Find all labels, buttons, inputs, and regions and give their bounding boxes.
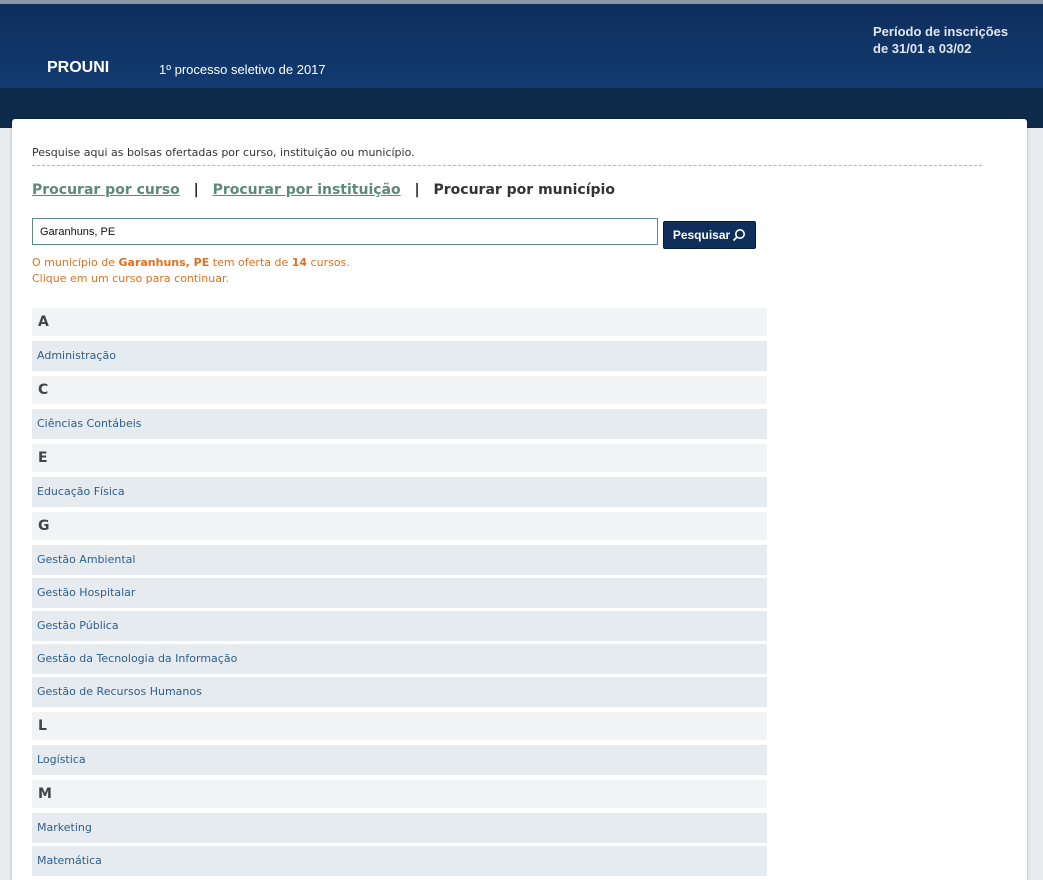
result-suffix: cursos. — [307, 256, 350, 269]
tab-instituicao[interactable]: Procurar por instituição — [213, 182, 401, 198]
divider — [32, 165, 982, 166]
result-city: Garanhuns, PE — [118, 256, 210, 269]
tab-separator: | — [193, 182, 199, 198]
course-item[interactable]: Marketing — [32, 813, 767, 843]
letter-heading: M — [32, 780, 767, 808]
course-item[interactable]: Gestão da Tecnologia da Informação — [32, 644, 767, 674]
course-list: A Administração C Ciências Contábeis E Educaç… — [32, 308, 767, 880]
search-input[interactable] — [32, 218, 658, 245]
letter-heading: E — [32, 444, 767, 472]
letter-heading: G — [32, 512, 767, 540]
search-button[interactable]: Pesquisar — [663, 221, 756, 249]
tab-municipio[interactable]: Procurar por município — [433, 182, 614, 198]
search-icon — [733, 229, 746, 242]
tab-curso[interactable]: Procurar por curso — [32, 182, 180, 198]
result-prefix: O município de — [32, 256, 119, 269]
course-item[interactable]: Logística — [32, 745, 767, 775]
search-result: O município de Garanhuns, PE tem oferta … — [32, 255, 350, 287]
brand-logo[interactable]: PROUNI — [47, 59, 109, 77]
result-count: 14 — [291, 256, 308, 269]
result-line-2: Clique em um curso para continuar. — [32, 272, 229, 285]
letter-heading: A — [32, 308, 767, 336]
header-subtitle: 1º processo seletivo de 2017 — [159, 62, 326, 77]
course-item[interactable]: Administração — [32, 341, 767, 371]
search-button-label: Pesquisar — [672, 228, 731, 242]
period-line-2: de 31/01 a 03/02 — [873, 41, 972, 56]
content-panel: Pesquise aqui as bolsas ofertadas por cu… — [12, 119, 1027, 880]
course-item[interactable]: Gestão Pública — [32, 611, 767, 641]
course-item[interactable]: Gestão Ambiental — [32, 545, 767, 575]
page-header: PROUNI 1º processo seletivo de 2017 Perí… — [0, 4, 1043, 88]
tab-separator: | — [414, 182, 420, 198]
enrollment-period: Período de inscrições de 31/01 a 03/02 — [873, 23, 1033, 57]
result-middle: tem oferta de — [209, 256, 292, 269]
search-tabs: Procurar por curso | Procurar por instit… — [32, 182, 615, 198]
course-item[interactable]: Gestão de Recursos Humanos — [32, 677, 767, 707]
course-item[interactable]: Matemática — [32, 846, 767, 876]
letter-heading: L — [32, 712, 767, 740]
course-item[interactable]: Educação Física — [32, 477, 767, 507]
period-line-1: Período de inscrições — [873, 24, 1009, 39]
result-line-1: O município de Garanhuns, PE tem oferta … — [32, 255, 350, 271]
intro-text: Pesquise aqui as bolsas ofertadas por cu… — [32, 146, 415, 159]
course-item[interactable]: Ciências Contábeis — [32, 409, 767, 439]
letter-heading: C — [32, 376, 767, 404]
course-item[interactable]: Gestão Hospitalar — [32, 578, 767, 608]
